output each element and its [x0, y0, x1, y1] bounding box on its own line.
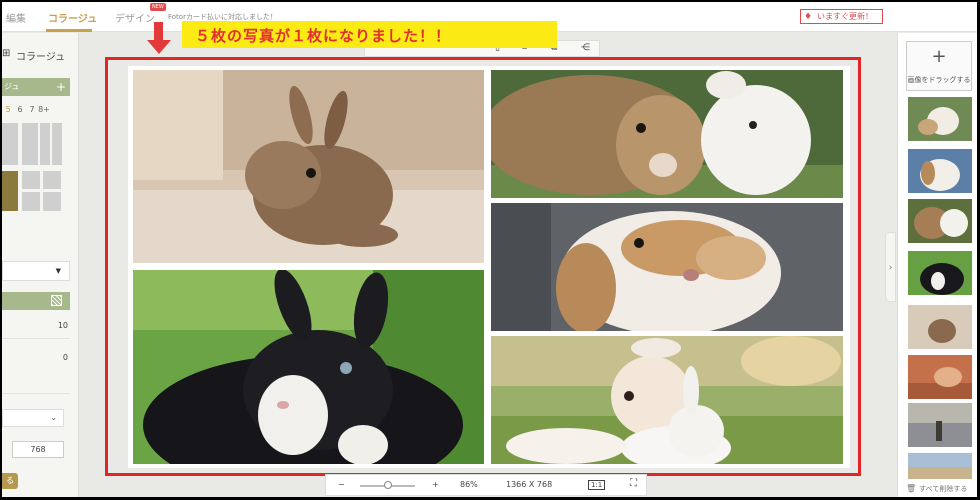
thumbnail-image — [908, 149, 972, 193]
layout-template[interactable] — [22, 192, 40, 211]
collage-add-button[interactable]: ジュ + — [2, 78, 70, 96]
photo-two-bunnies[interactable] — [491, 70, 843, 198]
delete-all-label: すべて削除する — [919, 485, 968, 493]
canvas-size: 1366 X 768 — [506, 480, 553, 489]
spacing-value: 10 — [57, 321, 68, 330]
image-thumbnail[interactable] — [908, 453, 972, 479]
thumbnail-image — [908, 453, 972, 479]
image-thumbnail[interactable] — [908, 199, 972, 243]
thumbnail-image — [908, 97, 972, 141]
active-tab-indicator — [46, 29, 92, 32]
photo-lop-eared-bunny[interactable] — [491, 203, 843, 331]
share-icon[interactable]: ⋲ — [581, 43, 590, 53]
black-white-bunny-image — [133, 270, 484, 464]
layout-template[interactable] — [2, 123, 18, 165]
actual-size-button[interactable]: 1:1 — [588, 480, 606, 490]
plus-icon: + — [55, 80, 66, 94]
photo-dog-bunny-toy[interactable] — [491, 336, 843, 464]
layout-template[interactable] — [22, 171, 40, 189]
thumbnail-image — [908, 355, 972, 399]
app-window: 編集 コラージュ デザイン NEW Fotorカード払いに対応しました！ ♦ い… — [2, 2, 977, 497]
divider — [2, 393, 70, 394]
zoom-out-button[interactable]: − — [338, 480, 345, 489]
annotation-text: ５枚の写真が１枚になりました！！ — [195, 27, 452, 45]
divider — [2, 338, 70, 339]
trash-icon: 🗑 — [906, 484, 917, 493]
zoom-bar: − + 86% 1366 X 768 1:1 ⛶ — [325, 474, 647, 496]
left-panel: ⊞ コラージュ ジュ + 5 6 7 8+ ▼ 10 0 ⌄ 768 る — [2, 33, 79, 497]
thumbnail-image — [908, 305, 972, 349]
photo-count-selector: 5 6 7 8+ — [2, 105, 50, 114]
right-panel: + 画像をドラッグする 🗑 すべて削除する — [897, 33, 977, 497]
new-badge: NEW — [150, 3, 166, 11]
height-field[interactable]: 768 — [12, 441, 64, 458]
annotation-arrow — [154, 22, 163, 42]
chevron-down-icon: ⌄ — [50, 413, 57, 422]
layout-template[interactable] — [22, 123, 38, 165]
roundness-value: 0 — [62, 353, 68, 362]
arrow-down-icon — [147, 40, 171, 54]
dog-bunny-toy-image — [491, 336, 843, 464]
update-now-label: いますぐ更新！ — [817, 12, 873, 21]
tab-design[interactable]: デザイン — [115, 10, 155, 25]
layout-template[interactable] — [40, 123, 50, 165]
photo-count-5[interactable]: 5 — [2, 105, 14, 114]
photo-black-white-bunny[interactable] — [133, 270, 484, 464]
image-thumbnail[interactable] — [908, 355, 972, 399]
delete-all-button[interactable]: 🗑 すべて削除する — [906, 484, 967, 494]
thumbnail-image — [908, 199, 972, 243]
photo-count-8plus[interactable]: 8+ — [38, 105, 50, 114]
collage-canvas[interactable] — [128, 66, 850, 468]
tab-edit[interactable]: 編集 — [6, 10, 26, 25]
add-image-dropzone[interactable]: + 画像をドラッグする — [906, 41, 972, 91]
photo-count-7[interactable]: 7 — [26, 105, 38, 114]
collage-panel-title: コラージュ — [16, 52, 66, 63]
image-thumbnail[interactable] — [908, 149, 972, 193]
lop-eared-bunny-image — [491, 203, 843, 331]
add-image-label: 画像をドラッグする — [907, 76, 971, 84]
photo-count-6[interactable]: 6 — [14, 105, 26, 114]
layout-template[interactable] — [43, 192, 61, 211]
chevron-right-icon: › — [888, 263, 893, 273]
image-thumbnail[interactable] — [908, 97, 972, 141]
plus-icon: + — [931, 46, 947, 67]
background-pattern-bar[interactable] — [2, 292, 70, 310]
size-dropdown[interactable]: ⌄ — [2, 409, 64, 427]
collage-add-label: ジュ — [4, 82, 20, 91]
layout-template[interactable] — [52, 123, 62, 165]
layout-dropdown[interactable]: ▼ — [2, 261, 70, 281]
zoom-level: 86% — [460, 480, 478, 489]
update-now-button[interactable]: ♦ いますぐ更新！ — [800, 9, 883, 24]
brown-bunny-image — [133, 70, 484, 263]
tab-collage[interactable]: コラージュ — [48, 10, 97, 25]
caret-down-icon: ▼ — [55, 267, 61, 275]
collage-icon: ⊞ — [2, 48, 11, 59]
image-thumbnail[interactable] — [908, 251, 972, 295]
zoom-in-button[interactable]: + — [432, 480, 439, 489]
two-bunnies-image — [491, 70, 843, 198]
pattern-icon — [51, 295, 62, 306]
panel-collapse-handle[interactable]: › — [885, 232, 896, 302]
thumbnail-image — [908, 403, 972, 447]
fullscreen-icon[interactable]: ⛶ — [630, 478, 637, 489]
diamond-icon: ♦ — [804, 12, 813, 22]
image-thumbnail[interactable] — [908, 305, 972, 349]
annotation-banner: ５枚の写真が１枚になりました！！ — [182, 21, 557, 48]
zoom-slider-handle[interactable] — [384, 481, 392, 489]
apply-button[interactable]: る — [2, 473, 18, 489]
photo-brown-bunny[interactable] — [133, 70, 484, 263]
image-thumbnail[interactable] — [908, 403, 972, 447]
layout-template-selected[interactable] — [2, 171, 18, 211]
layout-template[interactable] — [43, 171, 61, 189]
thumbnail-image — [908, 251, 972, 295]
